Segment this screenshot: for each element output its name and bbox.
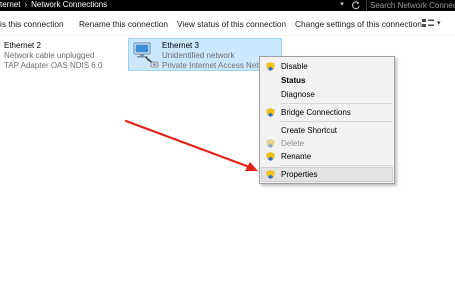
command-bar: is this connection Rename this connectio… — [0, 11, 455, 36]
menu-item-create-shortcut[interactable]: Create Shortcut — [262, 124, 392, 137]
breadcrumb-item-internet[interactable]: ternet — [0, 0, 20, 9]
uac-shield-icon — [266, 170, 275, 179]
menu-item-label: Create Shortcut — [281, 126, 338, 135]
breadcrumb-item-network-connections[interactable]: Network Connections — [31, 0, 107, 9]
menu-item-rename[interactable]: Rename — [262, 150, 392, 163]
breadcrumb-separator: › — [24, 0, 28, 9]
address-dropdown-icon[interactable]: ▾ — [337, 0, 347, 11]
view-options-icon[interactable] — [421, 18, 435, 29]
search-box[interactable] — [366, 0, 455, 11]
context-menu: Disable Status Diagnose Bridge Connectio… — [259, 56, 395, 184]
menu-item-status[interactable]: Status — [262, 74, 392, 87]
menu-separator — [280, 121, 392, 122]
menu-item-delete: Delete — [262, 137, 392, 150]
view-status-command[interactable]: View status of this connection — [177, 19, 286, 29]
menu-item-properties[interactable]: Properties — [261, 167, 393, 182]
connection-adapter: Private Internet Access Netwo — [162, 61, 269, 70]
network-adapter-icon — [132, 41, 160, 69]
menu-item-label: Diagnose — [281, 90, 315, 99]
menu-item-label: Disable — [281, 62, 308, 71]
search-input[interactable] — [370, 0, 455, 10]
connection-name: Ethernet 3 — [162, 41, 199, 50]
menu-item-label: Bridge Connections — [281, 108, 351, 117]
menu-separator — [280, 165, 392, 166]
menu-item-label: Delete — [281, 139, 305, 148]
menu-item-label: Rename — [281, 152, 312, 161]
connection-name: Ethernet 2 — [4, 41, 41, 50]
menu-separator — [280, 103, 392, 104]
uac-shield-icon — [266, 108, 275, 117]
uac-shield-icon — [266, 62, 275, 71]
menu-item-bridge-connections[interactable]: Bridge Connections — [262, 106, 392, 119]
disable-connection-command[interactable]: is this connection — [0, 19, 64, 29]
address-bar: ternet › Network Connections ▾ — [0, 0, 455, 11]
connection-status: Network cable unplugged — [4, 51, 95, 60]
refresh-icon[interactable] — [350, 0, 362, 11]
connection-adapter: TAP Adapter OAS NDIS 6.0 — [4, 61, 103, 70]
connection-ethernet-2[interactable]: Ethernet 2 Network cable unplugged TAP A… — [0, 38, 120, 72]
uac-shield-icon — [266, 139, 275, 148]
change-settings-command[interactable]: Change settings of this connection — [295, 19, 422, 29]
menu-item-disable[interactable]: Disable — [262, 60, 392, 73]
breadcrumb[interactable]: ternet › Network Connections — [0, 0, 107, 11]
connection-status: Unidentified network — [162, 51, 235, 60]
menu-item-label: Properties — [281, 170, 318, 179]
uac-shield-icon — [266, 152, 275, 161]
rename-connection-command[interactable]: Rename this connection — [79, 19, 168, 29]
view-options-dropdown-icon[interactable]: ▾ — [437, 19, 441, 27]
menu-item-diagnose[interactable]: Diagnose — [262, 88, 392, 101]
menu-item-label: Status — [281, 76, 306, 85]
